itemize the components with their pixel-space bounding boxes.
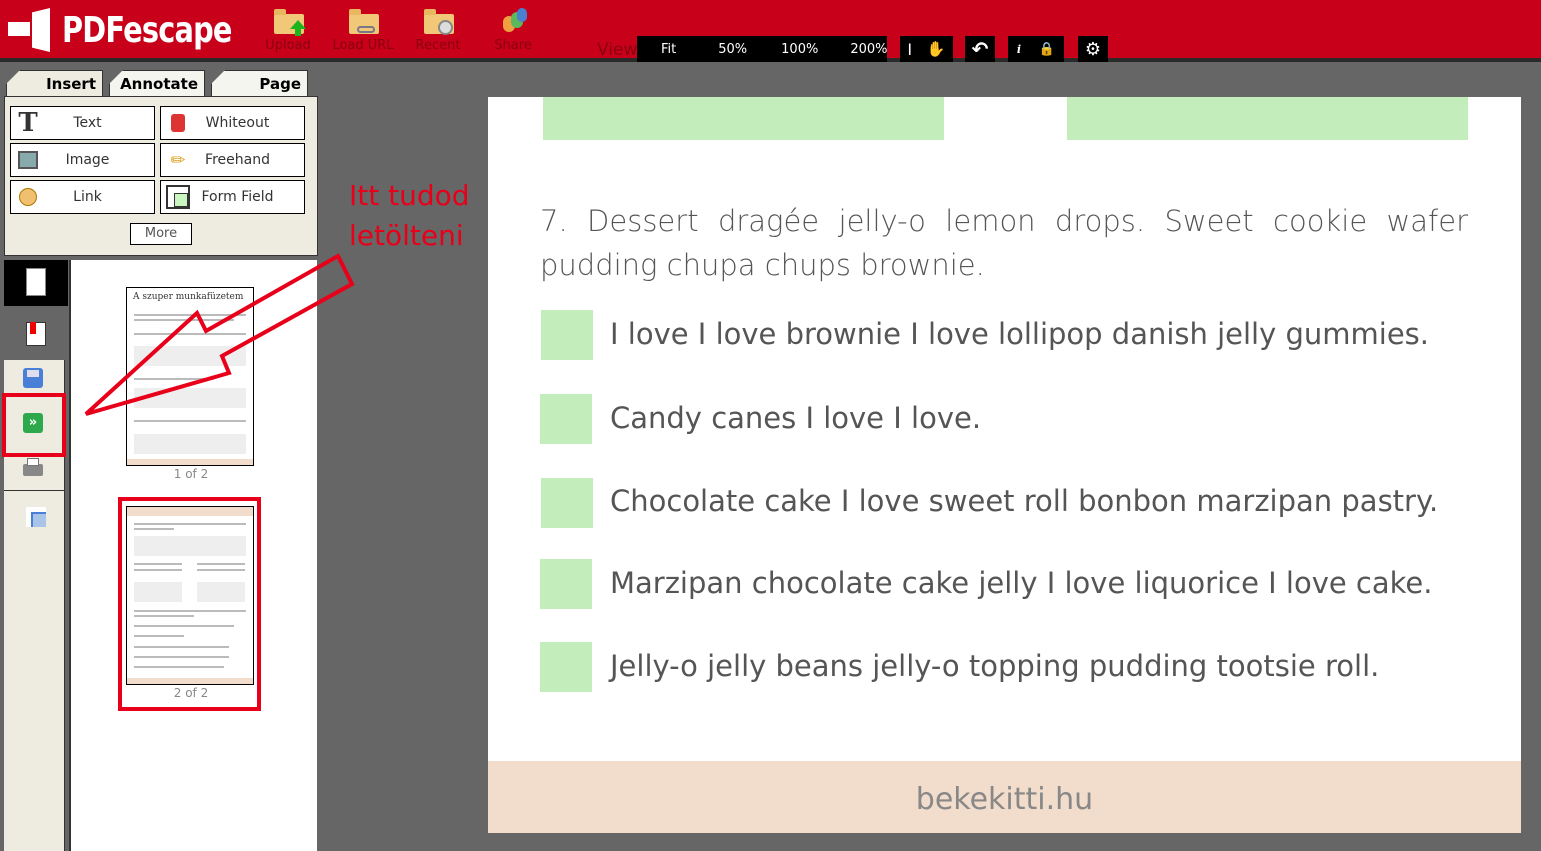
arrow-shape [84,253,355,416]
page2-highlight-box [118,497,261,711]
annotation-arrow [84,253,355,416]
download-highlight-box [2,393,66,457]
